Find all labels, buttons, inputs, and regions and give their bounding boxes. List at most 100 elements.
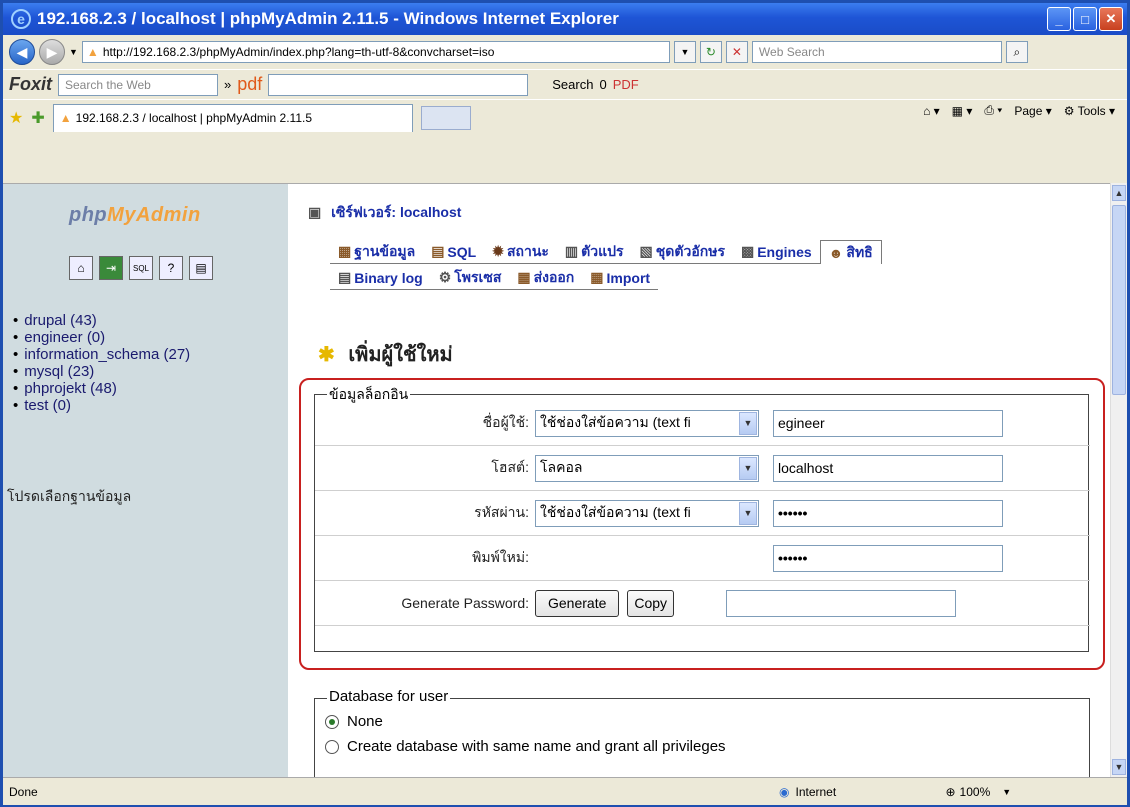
radio-none[interactable] — [325, 714, 339, 729]
page-viewport: phpMyAdmin ⌂ ⇥ SQL ? ▤ drupal (43) engin… — [3, 183, 1110, 777]
minimize-button[interactable]: _ — [1047, 7, 1071, 31]
address-input[interactable]: ▲ http://192.168.2.3/phpMyAdmin/index.ph… — [81, 41, 670, 63]
sql-icon[interactable]: SQL — [129, 256, 153, 280]
db-item-mysql[interactable]: mysql (23) — [13, 363, 190, 380]
command-bar: ⌂ ▾ ▦ ▾ ⎙ ▾ Page ▾ ⚙ Tools ▾ — [923, 103, 1115, 118]
search-button[interactable]: Search — [552, 77, 593, 92]
database-list: drupal (43) engineer (0) information_sch… — [13, 312, 190, 414]
stop-button[interactable]: ✕ — [725, 41, 748, 63]
add-user-icon: ✱ — [318, 344, 335, 366]
print-icon[interactable]: ⎙ ▾ — [984, 103, 1002, 118]
choose-db-hint: โปรดเลือกฐานข้อมูล — [7, 488, 132, 504]
browser-tab[interactable]: ▲ 192.168.2.3 / localhost | phpMyAdmin 2… — [52, 103, 413, 132]
close-button[interactable]: ✕ — [1099, 7, 1123, 31]
address-toolbar: ◀ ▶ ▼ ▲ http://192.168.2.3/phpMyAdmin/in… — [3, 35, 1127, 69]
login-info-fieldset: ข้อมูลล็อกอิน ชื่อผู้ใช้: ใช้ช่องใส่ข้อค… — [314, 384, 1090, 652]
db-item-drupal[interactable]: drupal (43) — [13, 312, 190, 329]
server-icon: ▣ — [308, 204, 322, 220]
foxit-query-input[interactable] — [268, 73, 529, 96]
zoom-dropdown-icon[interactable]: ▼ — [1002, 787, 1011, 797]
address-dropdown-button[interactable]: ▼ — [673, 41, 696, 63]
refresh-button[interactable]: ↻ — [699, 41, 722, 63]
zoom-icon[interactable]: ⊕ — [945, 785, 955, 799]
exit-icon[interactable]: ⇥ — [99, 256, 123, 280]
host-input[interactable]: localhost — [773, 454, 1003, 482]
chevron-down-icon: ▼ — [739, 411, 757, 435]
add-favorites-icon[interactable]: ✚ — [31, 108, 44, 128]
tab-variables[interactable]: ▥ ตัวแปร — [556, 240, 632, 264]
home-icon[interactable]: ⌂ ▾ — [923, 104, 940, 118]
zoom-level[interactable]: 100% — [960, 785, 991, 799]
tab-processes[interactable]: ⚙ โพรเซส — [430, 266, 510, 290]
tab-engines[interactable]: ▩ Engines — [732, 240, 820, 264]
pdf-button[interactable]: PDF — [613, 77, 639, 92]
tab-title: 192.168.2.3 / localhost | phpMyAdmin 2.1… — [75, 111, 313, 125]
tab-privileges[interactable]: ☻ สิทธิ — [819, 240, 882, 264]
retype-password-input[interactable]: •••••• — [773, 544, 1003, 572]
retype-label: พิมพ์ใหม่: — [472, 549, 529, 565]
tab-export[interactable]: ▦ ส่งออก — [509, 266, 583, 290]
favorites-star-icon[interactable]: ★ — [9, 108, 23, 128]
tab-binary-log[interactable]: ▤ Binary log — [330, 266, 431, 290]
radio-create-db[interactable] — [325, 739, 339, 754]
browser-window: e 192.168.2.3 / localhost | phpMyAdmin 2… — [0, 0, 1130, 807]
ie-icon: e — [11, 9, 31, 29]
password-label: รหัสผ่าน: — [474, 504, 529, 520]
tab-databases[interactable]: ▦ ฐานข้อมูล — [330, 240, 424, 264]
pdf-menu[interactable]: pdf — [237, 74, 262, 95]
web-search-input[interactable]: Web Search — [751, 41, 1002, 63]
history-dropdown-icon[interactable]: ▼ — [69, 47, 78, 57]
search-count: 0 — [599, 77, 607, 92]
foxit-search-input[interactable]: Search the Web — [58, 73, 218, 96]
home-icon[interactable]: ⌂ — [69, 256, 93, 280]
tab-sql[interactable]: ▤ SQL — [423, 240, 485, 264]
scroll-thumb[interactable] — [1112, 205, 1126, 395]
scroll-up-icon[interactable]: ▲ — [1112, 185, 1126, 201]
title-bar: e 192.168.2.3 / localhost | phpMyAdmin 2… — [3, 3, 1127, 35]
tab-import[interactable]: ▦ Import — [582, 266, 659, 290]
password-input[interactable]: •••••• — [773, 499, 1003, 527]
scroll-down-icon[interactable]: ▼ — [1112, 759, 1126, 775]
phpmyadmin-logo[interactable]: phpMyAdmin — [69, 204, 201, 227]
feeds-icon[interactable]: ▦ ▾ — [952, 104, 973, 118]
globe-icon: ◉ — [779, 784, 790, 799]
tab-charsets[interactable]: ▧ ชุดตัวอักษร — [631, 240, 733, 264]
forward-button[interactable]: ▶ — [39, 39, 65, 65]
server-tabs: ▦ ฐานข้อมูล ▤ SQL ✹ สถานะ ▥ ตัวแปร ▧ ชุดตัวอั… — [330, 238, 1100, 290]
search-icon[interactable]: ⌕ — [1005, 41, 1028, 63]
radio-none-label: None — [347, 713, 383, 730]
radio-create-db-label: Create database with same name and grant… — [347, 738, 726, 755]
back-button[interactable]: ◀ — [9, 39, 35, 65]
tab-page-icon: ▲ — [59, 111, 72, 125]
help-icon[interactable]: ? — [159, 256, 183, 280]
tab-status[interactable]: ✹ สถานะ — [484, 240, 557, 264]
db-item-test[interactable]: test (0) — [13, 397, 190, 414]
vertical-scrollbar[interactable]: ▲ ▼ — [1110, 183, 1127, 777]
copy-button[interactable]: Copy — [627, 589, 675, 617]
db-item-phprojekt[interactable]: phprojekt (48) — [13, 380, 190, 397]
zone-label: Internet — [795, 784, 837, 799]
tools-menu[interactable]: ⚙ Tools ▾ — [1064, 104, 1115, 118]
db-item-information-schema[interactable]: information_schema (27) — [13, 346, 190, 363]
generated-password-input[interactable] — [726, 589, 957, 617]
foxit-toolbar: Foxit Search the Web » pdf Search 0 PDF — [3, 69, 1127, 99]
chevron-down-icon: ▼ — [739, 456, 757, 480]
main-frame: ▣ เซิร์ฟเวอร์: localhost ▦ ฐานข้อมูล ▤ SQL… — [299, 184, 1105, 777]
address-text: http://192.168.2.3/phpMyAdmin/index.php?… — [102, 45, 495, 59]
username-type-select[interactable]: ใช้ช่องใส่ข้อความ (text fi ▼ — [535, 409, 759, 437]
host-label: โฮสต์: — [491, 459, 529, 475]
left-nav-frame: phpMyAdmin ⌂ ⇥ SQL ? ▤ drupal (43) engin… — [3, 184, 288, 777]
status-text: Done — [9, 784, 38, 799]
more-chevron-icon[interactable]: » — [224, 77, 231, 92]
generate-button[interactable]: Generate — [535, 589, 620, 617]
server-breadcrumb[interactable]: ▣ เซิร์ฟเวอร์: localhost — [308, 202, 461, 224]
generate-password-label: Generate Password: — [401, 595, 529, 611]
host-type-select[interactable]: โลคอล ▼ — [535, 454, 759, 482]
username-input[interactable]: egineer — [773, 409, 1003, 437]
maximize-button[interactable]: □ — [1073, 7, 1097, 31]
db-item-engineer[interactable]: engineer (0) — [13, 329, 190, 346]
docs-icon[interactable]: ▤ — [189, 256, 213, 280]
page-menu[interactable]: Page ▾ — [1014, 104, 1051, 118]
password-type-select[interactable]: ใช้ช่องใส่ข้อความ (text fi ▼ — [535, 499, 759, 527]
new-tab-button[interactable] — [420, 105, 471, 130]
